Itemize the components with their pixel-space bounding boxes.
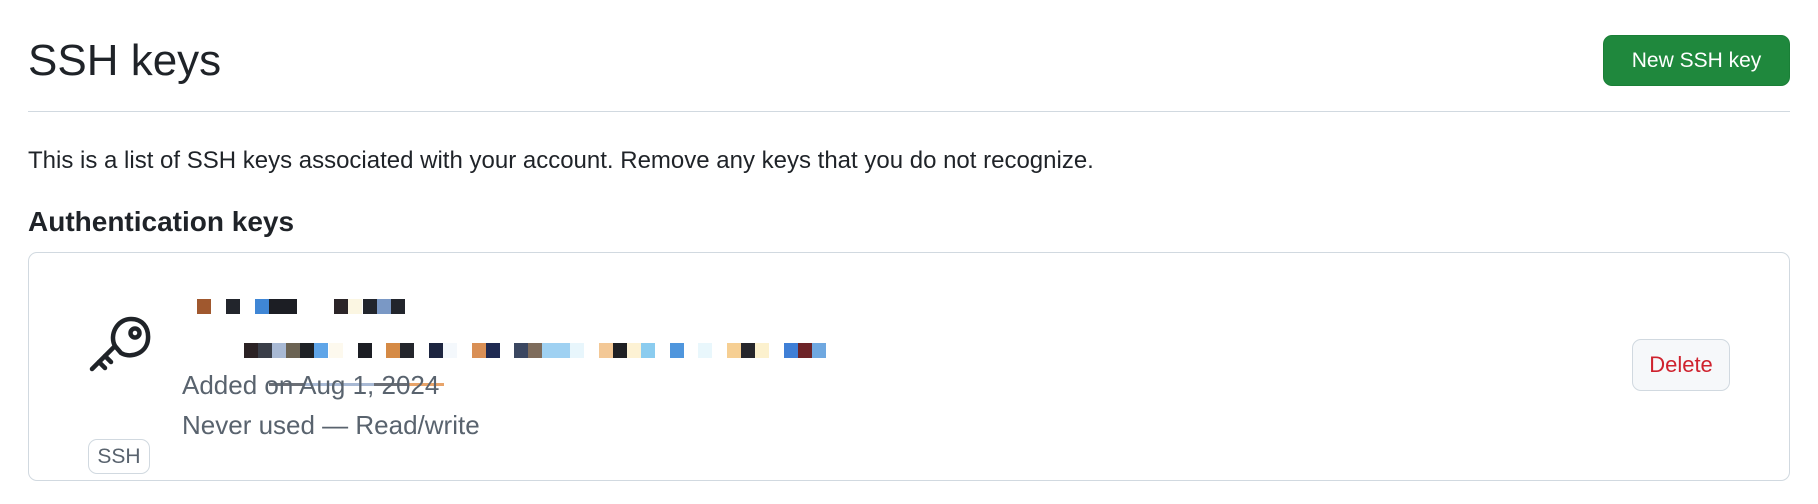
key-type-indicator: SSH — [87, 309, 151, 474]
section-title-authentication-keys: Authentication keys — [28, 206, 295, 237]
page-title: SSH keys — [28, 36, 222, 85]
key-usage-status: Never used — Read/write — [182, 410, 480, 440]
delete-key-button[interactable]: Delete — [1632, 339, 1730, 391]
new-ssh-key-button[interactable]: New SSH key — [1603, 35, 1790, 86]
redacted-key-fingerprint — [244, 343, 884, 358]
page-description: This is a list of SSH keys associated wi… — [28, 147, 1094, 174]
key-icon — [89, 316, 151, 372]
redacted-key-title — [197, 299, 405, 314]
ssh-type-badge: SSH — [88, 439, 150, 474]
ssh-key-list-item: SSH Added on Aug 1, 2024 Never used — Re… — [28, 252, 1790, 481]
ssh-keys-page: SSH keys New SSH key This is a list of S… — [28, 0, 1790, 481]
key-added-date: Added on Aug 1, 2024 — [182, 370, 440, 400]
page-header: SSH keys New SSH key — [28, 0, 1790, 112]
